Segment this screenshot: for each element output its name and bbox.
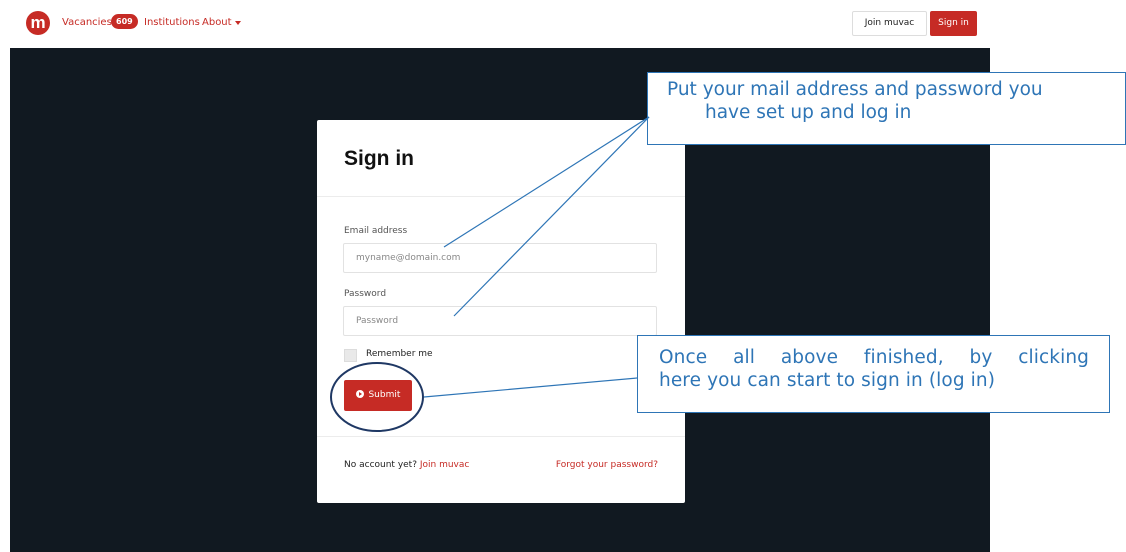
remember-me-label[interactable]: Remember me	[366, 349, 433, 359]
forgot-password-link[interactable]: Forgot your password?	[556, 460, 658, 470]
arrow-circle-right-icon	[355, 390, 364, 398]
divider	[317, 436, 685, 437]
email-field[interactable]	[343, 243, 657, 273]
password-field[interactable]	[343, 306, 657, 336]
annotation-text-line: have set up and log in	[705, 102, 912, 123]
top-navbar: m Vacancies 609 Institutions About Join …	[0, 0, 1126, 48]
chevron-down-icon[interactable]	[235, 21, 241, 25]
annotation-callout-credentials: Put your mail address and password you h…	[647, 72, 1126, 145]
nav-institutions[interactable]: Institutions	[144, 17, 200, 28]
divider	[317, 196, 685, 197]
vacancies-count-badge: 609	[111, 14, 138, 29]
submit-label: Submit	[368, 390, 401, 400]
annotation-text-line: Put your mail address and password you	[667, 79, 1043, 100]
join-muvac-link[interactable]: Join muvac	[420, 460, 470, 470]
nav-vacancies[interactable]: Vacancies	[62, 17, 112, 28]
no-account-text: No account yet?	[344, 460, 417, 470]
annotation-callout-submit: Once all above finished, by clicking her…	[637, 335, 1110, 413]
join-muvac-button[interactable]: Join muvac	[852, 11, 927, 36]
nav-about[interactable]: About	[202, 17, 232, 28]
muvac-logo[interactable]: m	[26, 11, 50, 35]
sign-in-nav-button[interactable]: Sign in	[930, 11, 977, 36]
sign-in-card: Sign in Email address Password Remember …	[317, 120, 685, 503]
annotation-text-line: here you can start to sign in (log in)	[659, 370, 996, 391]
email-label: Email address	[344, 226, 408, 236]
password-label: Password	[344, 289, 387, 299]
remember-me-checkbox[interactable]	[344, 349, 357, 362]
no-account-row: No account yet? Join muvac	[344, 460, 469, 470]
annotation-text-line: Once all above finished, by clicking	[659, 347, 1089, 368]
page-title: Sign in	[344, 147, 414, 170]
submit-button[interactable]: Submit	[344, 380, 412, 411]
